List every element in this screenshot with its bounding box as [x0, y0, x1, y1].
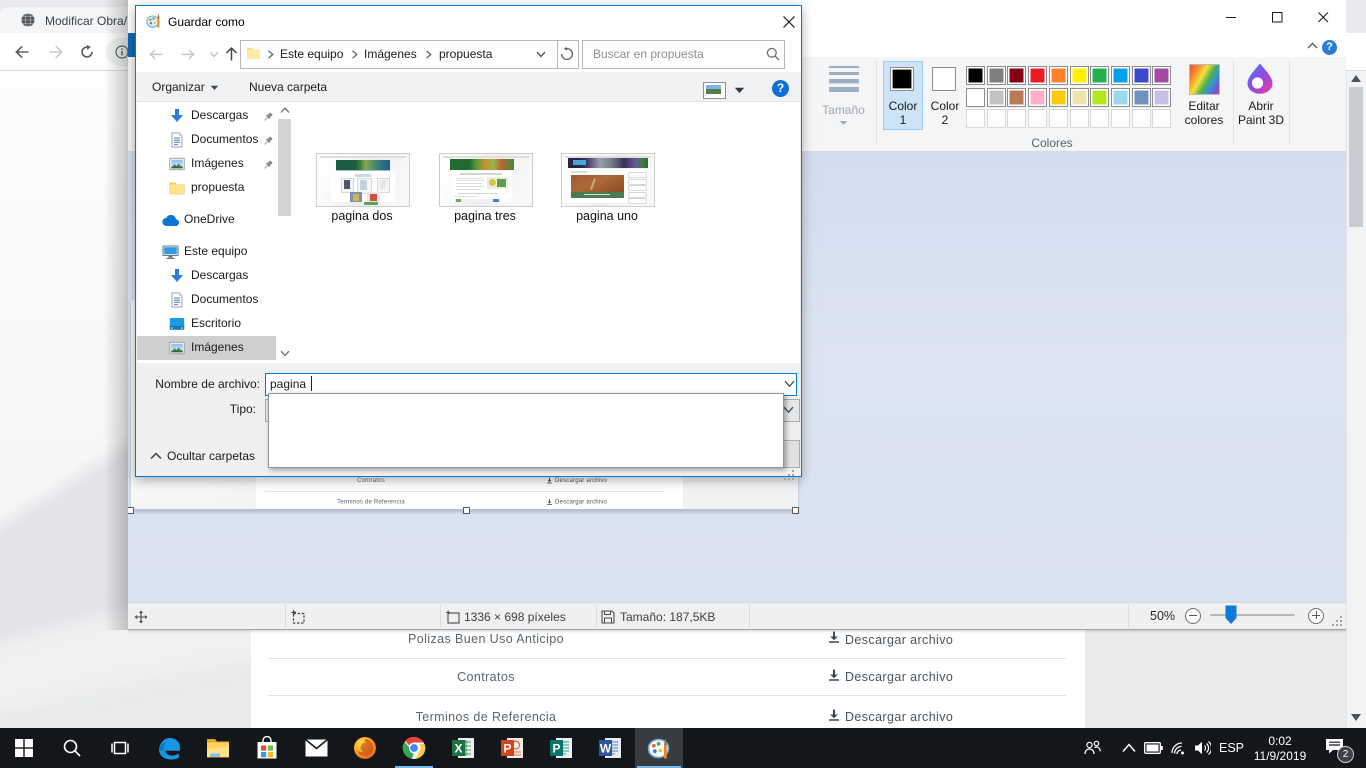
svg-text:W: W [600, 742, 612, 756]
svg-text:X: X [454, 742, 462, 756]
svg-text:P: P [552, 742, 560, 756]
svg-text:P: P [503, 742, 511, 756]
